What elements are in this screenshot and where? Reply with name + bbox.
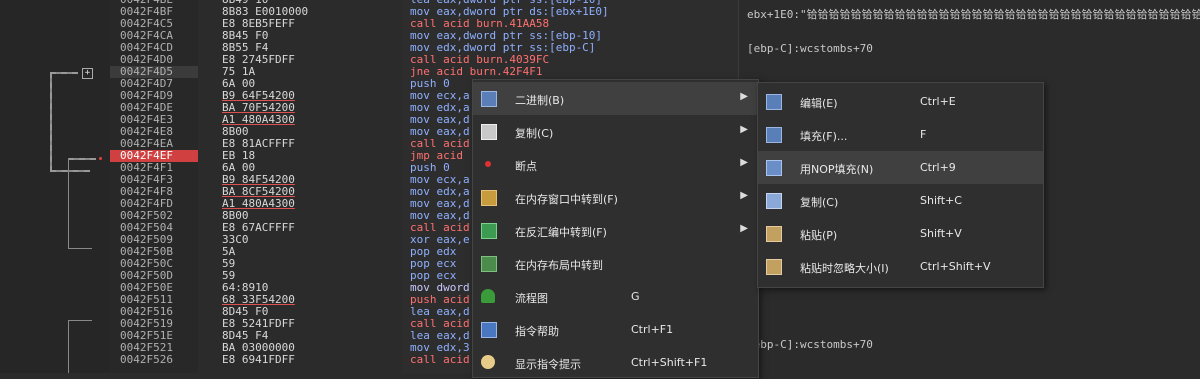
info-line: ebx+1E0:"铪铪铪铪铪铪铪铪铪铪铪铪铪铪铪铪铪铪铪铪铪铪铪铪铪铪铪铪铪铪铪… — [747, 8, 1200, 21]
menu-item-label: 编辑(E) — [800, 97, 838, 110]
copy-binary-icon — [766, 193, 782, 209]
menu-item-label: 指令帮助 — [515, 325, 559, 338]
menu-item-label: 在反汇编中转到(F) — [515, 226, 607, 239]
address-cell[interactable]: 0042F526 — [110, 354, 198, 366]
menu-item-hint[interactable]: 显示指令提示 Ctrl+Shift+F1 — [473, 346, 758, 379]
menu-item-label: 在内存布局中转到 — [515, 259, 603, 272]
menu-item-shortcut: Shift+C — [920, 194, 962, 207]
copy-icon — [481, 124, 497, 140]
branch-gutter: + — [0, 0, 110, 373]
menu-item-label: 在内存窗口中转到(F) — [515, 193, 618, 206]
jump-arrow-line — [50, 170, 90, 172]
menu-item-label: 复制(C) — [800, 196, 839, 209]
jump-arrow-line — [68, 158, 69, 248]
menu-item-shortcut: F — [920, 128, 927, 141]
fill-nop-icon — [766, 160, 782, 176]
jump-arrow-line — [68, 158, 96, 160]
menu-item-shortcut: Ctrl+F1 — [631, 323, 674, 336]
help-icon — [481, 322, 497, 338]
breakpoint-dot-icon[interactable] — [99, 157, 102, 160]
disassembly-icon — [481, 223, 497, 239]
menu-item-shortcut: Ctrl+Shift+F1 — [631, 356, 708, 369]
menu-item-label: 显示指令提示 — [515, 358, 581, 371]
menu-item-label: 粘贴(P) — [800, 229, 838, 242]
paste-ignore-size-icon — [766, 259, 782, 275]
menu-item-shortcut: Ctrl+Shift+V — [920, 260, 991, 273]
context-menu: 二进制(B) ▶ 复制(C) ▶ 断点 ▶ 在内存窗口中转到(F) ▶ 在反汇编中转到(F) ▶ 在… — [472, 79, 759, 378]
menu-item-label: 复制(C) — [515, 127, 554, 140]
info-line: [ebp-C]:wcstombs+70 — [747, 338, 873, 351]
binary-icon — [481, 91, 497, 107]
menu-item-shortcut: Ctrl+E — [920, 95, 956, 108]
jump-arrow-line — [50, 72, 78, 74]
submenu-arrow-icon: ▶ — [740, 223, 748, 234]
menu-item-fill-nop[interactable]: 用NOP填充(N) Ctrl+9 — [758, 151, 1043, 184]
menu-item-breakpoint[interactable]: 断点 ▶ — [473, 148, 758, 181]
menu-item-copy[interactable]: 复制(C) ▶ — [473, 115, 758, 148]
menu-item-shortcut: Ctrl+9 — [920, 161, 956, 174]
menu-item-disassembly[interactable]: 在反汇编中转到(F) ▶ — [473, 214, 758, 247]
jump-arrow-line — [50, 72, 52, 172]
menu-item-label: 断点 — [515, 160, 537, 173]
menu-item-memory-layout[interactable]: 在内存布局中转到 — [473, 247, 758, 280]
menu-item-copy-binary[interactable]: 复制(C) Shift+C — [758, 184, 1043, 217]
bytes-column: 8B49 108B83 E0010000E8 8EB5FEFF8B45 F08B… — [198, 0, 402, 373]
paste-icon — [766, 226, 782, 242]
submenu-arrow-icon: ▶ — [740, 91, 748, 102]
menu-item-label: 用NOP填充(N) — [800, 163, 874, 176]
menu-item-shortcut: G — [631, 290, 640, 303]
menu-item-label: 填充(F)... — [800, 130, 848, 143]
menu-item-help[interactable]: 指令帮助 Ctrl+F1 — [473, 313, 758, 346]
address-column: 0042F4BE0042F4BF0042F4C50042F4CA0042F4CD… — [110, 0, 198, 373]
bytes-cell[interactable]: E8 6941FDFF — [198, 354, 402, 366]
instruction-cell[interactable]: jne acid burn.42F4F1 — [402, 66, 738, 78]
binary-submenu: 编辑(E) Ctrl+E 填充(F)... F 用NOP填充(N) Ctrl+9 复制(C)… — [757, 82, 1044, 288]
menu-item-label: 二进制(B) — [515, 94, 565, 107]
menu-item-memory-window[interactable]: 在内存窗口中转到(F) ▶ — [473, 181, 758, 214]
submenu-arrow-icon: ▶ — [740, 124, 748, 135]
menu-item-label: 粘贴时忽略大小(I) — [800, 262, 889, 275]
memory-window-icon — [481, 190, 497, 206]
jump-arrow-line — [68, 320, 69, 373]
menu-item-binary[interactable]: 二进制(B) ▶ — [473, 82, 758, 115]
submenu-arrow-icon: ▶ — [740, 190, 748, 201]
menu-item-flowchart[interactable]: 流程图 G — [473, 280, 758, 313]
bytes-text: E8 6941FDFF — [222, 353, 295, 366]
menu-item-label: 流程图 — [515, 292, 548, 305]
menu-item-paste-ignore-size[interactable]: 粘贴时忽略大小(I) Ctrl+Shift+V — [758, 250, 1043, 283]
menu-item-edit[interactable]: 编辑(E) Ctrl+E — [758, 85, 1043, 118]
jump-arrow-line — [68, 320, 92, 321]
menu-item-paste[interactable]: 粘贴(P) Shift+V — [758, 217, 1043, 250]
info-line: [ebp-C]:wcstombs+70 — [747, 42, 873, 55]
menu-item-fill[interactable]: 填充(F)... F — [758, 118, 1043, 151]
hint-icon — [481, 355, 495, 369]
breakpoint-icon — [481, 157, 495, 171]
menu-item-shortcut: Shift+V — [920, 227, 962, 240]
flowchart-icon — [481, 289, 495, 303]
jump-arrow-line — [68, 248, 92, 249]
edit-icon — [766, 94, 782, 110]
expand-toggle-icon[interactable]: + — [82, 68, 93, 79]
memory-layout-icon — [481, 256, 497, 272]
submenu-arrow-icon: ▶ — [740, 157, 748, 168]
fill-icon — [766, 127, 782, 143]
